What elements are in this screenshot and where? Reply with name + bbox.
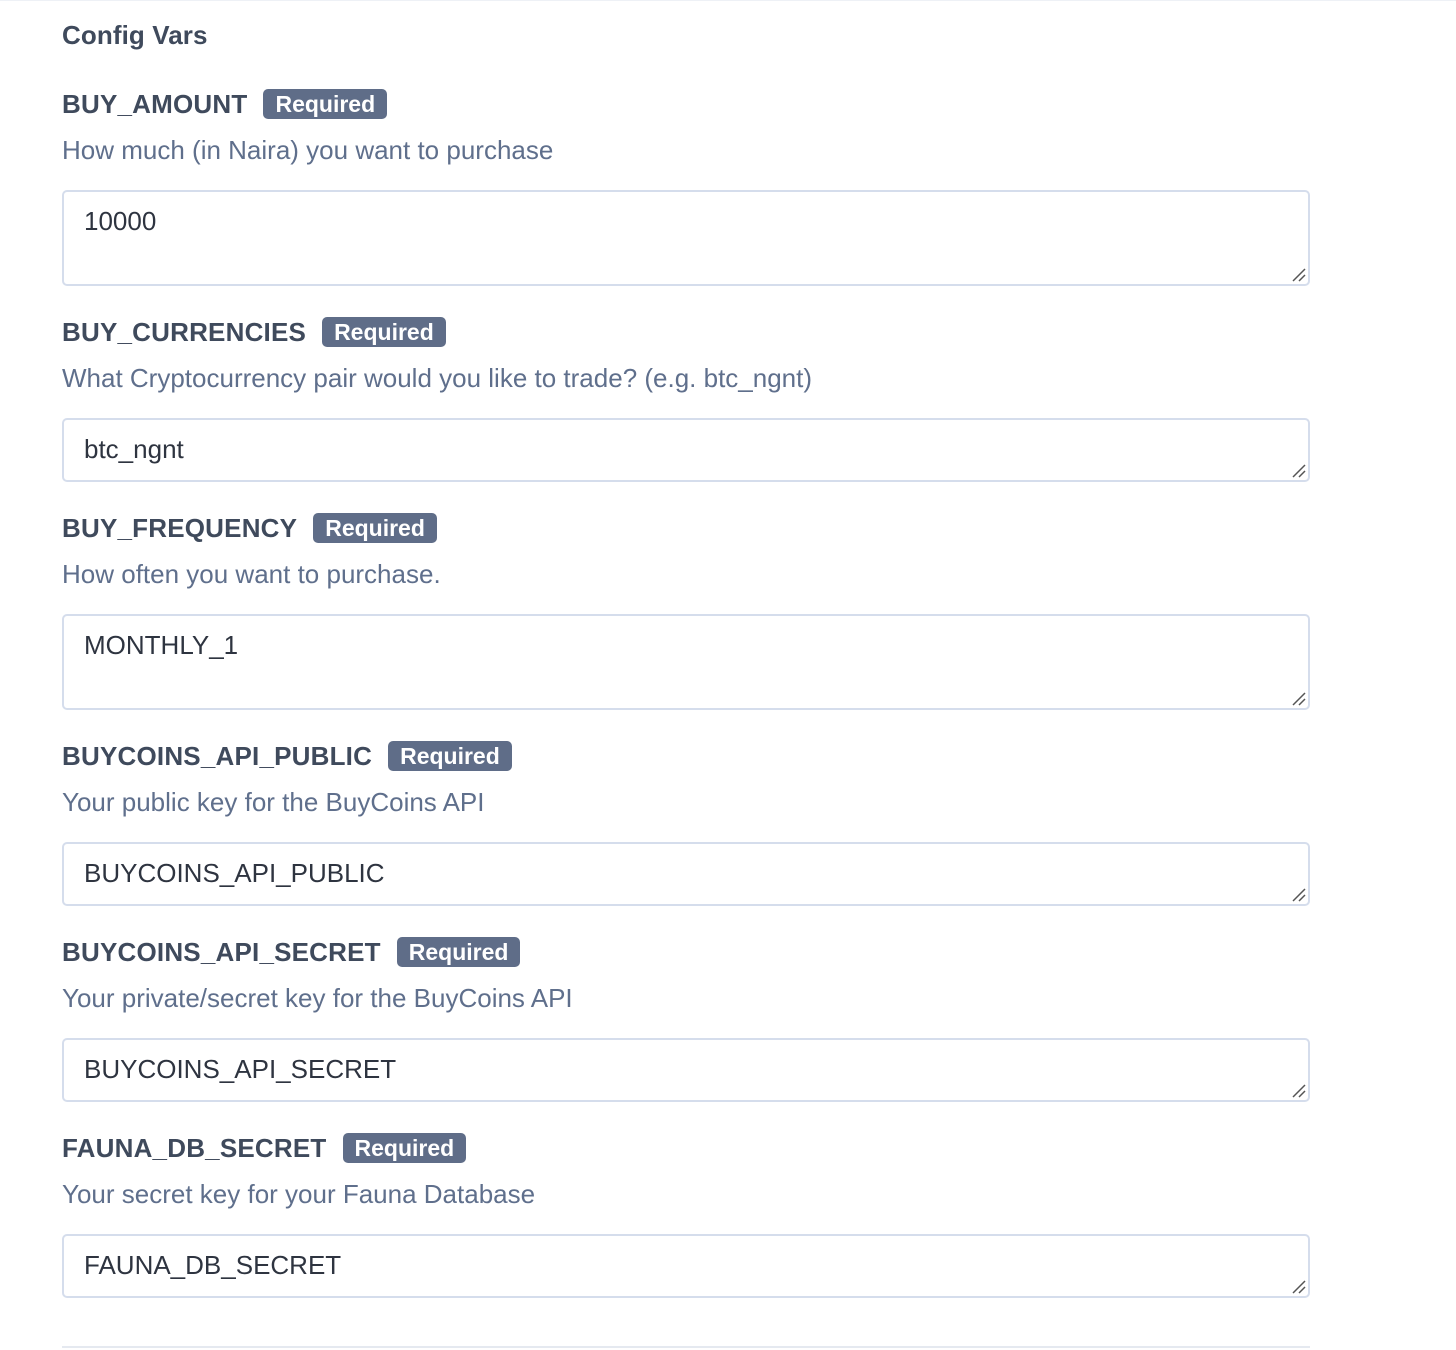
required-badge: Required (322, 317, 446, 347)
required-badge: Required (388, 741, 512, 771)
resize-handle-icon[interactable] (1290, 1278, 1306, 1294)
required-badge: Required (263, 89, 388, 119)
input-value: BUYCOINS_API_SECRET (84, 1054, 397, 1084)
field-description: How often you want to purchase. (62, 559, 441, 589)
config-var-fauna-db-secret: FAUNA_DB_SECRET Required Your secret key… (62, 1132, 1310, 1298)
field-description: Your private/secret key for the BuyCoins… (62, 983, 573, 1013)
field-description: How much (in Naira) you want to purchase (62, 135, 554, 165)
field-description: Your secret key for your Fauna Database (62, 1179, 536, 1209)
field-description: Your public key for the BuyCoins API (62, 787, 485, 817)
config-var-buycoins-api-public: BUYCOINS_API_PUBLIC Required Your public… (62, 740, 1310, 906)
top-divider (0, 0, 1456, 1)
field-label-row: BUYCOINS_API_PUBLIC Required (62, 740, 1310, 772)
required-badge: Required (342, 1133, 467, 1163)
field-label-row: BUY_FREQUENCY Required (62, 512, 1310, 544)
field-name: BUYCOINS_API_SECRET (62, 936, 381, 967)
field-name: BUY_FREQUENCY (62, 512, 298, 543)
field-name: BUYCOINS_API_PUBLIC (62, 740, 373, 771)
required-badge: Required (313, 513, 437, 543)
config-var-buy-frequency: BUY_FREQUENCY Required How often you wan… (62, 512, 1310, 710)
resize-handle-icon[interactable] (1290, 266, 1306, 282)
config-var-buycoins-api-secret: BUYCOINS_API_SECRET Required Your privat… (62, 936, 1310, 1102)
input-value: MONTHLY_1 (84, 630, 239, 660)
bottom-divider (62, 1346, 1310, 1348)
field-name: BUY_CURRENCIES (62, 316, 307, 347)
field-label-row: BUYCOINS_API_SECRET Required (62, 936, 1310, 968)
resize-handle-icon[interactable] (1290, 690, 1306, 706)
field-label-row: BUY_CURRENCIES Required (62, 316, 1310, 348)
input-value: FAUNA_DB_SECRET (84, 1250, 342, 1280)
resize-handle-icon[interactable] (1290, 1082, 1306, 1098)
fauna-db-secret-input[interactable]: FAUNA_DB_SECRET (62, 1234, 1310, 1298)
config-var-buy-amount: BUY_AMOUNT Required How much (in Naira) … (62, 88, 1310, 286)
required-badge: Required (396, 937, 521, 967)
resize-handle-icon[interactable] (1290, 462, 1306, 478)
config-var-buy-currencies: BUY_CURRENCIES Required What Cryptocurre… (62, 316, 1310, 482)
field-name: BUY_AMOUNT (62, 88, 248, 119)
buy-frequency-input[interactable]: MONTHLY_1 (62, 614, 1310, 710)
buy-currencies-input[interactable]: btc_ngnt (62, 418, 1310, 482)
section-title: Config Vars (62, 20, 208, 50)
buycoins-api-secret-input[interactable]: BUYCOINS_API_SECRET (62, 1038, 1310, 1102)
field-label-row: FAUNA_DB_SECRET Required (62, 1132, 1310, 1164)
resize-handle-icon[interactable] (1290, 886, 1306, 902)
buy-amount-input[interactable]: 10000 (62, 190, 1310, 286)
input-value: BUYCOINS_API_PUBLIC (84, 858, 385, 888)
field-description: What Cryptocurrency pair would you like … (62, 363, 813, 393)
input-value: btc_ngnt (84, 434, 184, 464)
field-label-row: BUY_AMOUNT Required (62, 88, 1310, 120)
field-name: FAUNA_DB_SECRET (62, 1132, 327, 1163)
input-value: 10000 (84, 206, 157, 236)
buycoins-api-public-input[interactable]: BUYCOINS_API_PUBLIC (62, 842, 1310, 906)
